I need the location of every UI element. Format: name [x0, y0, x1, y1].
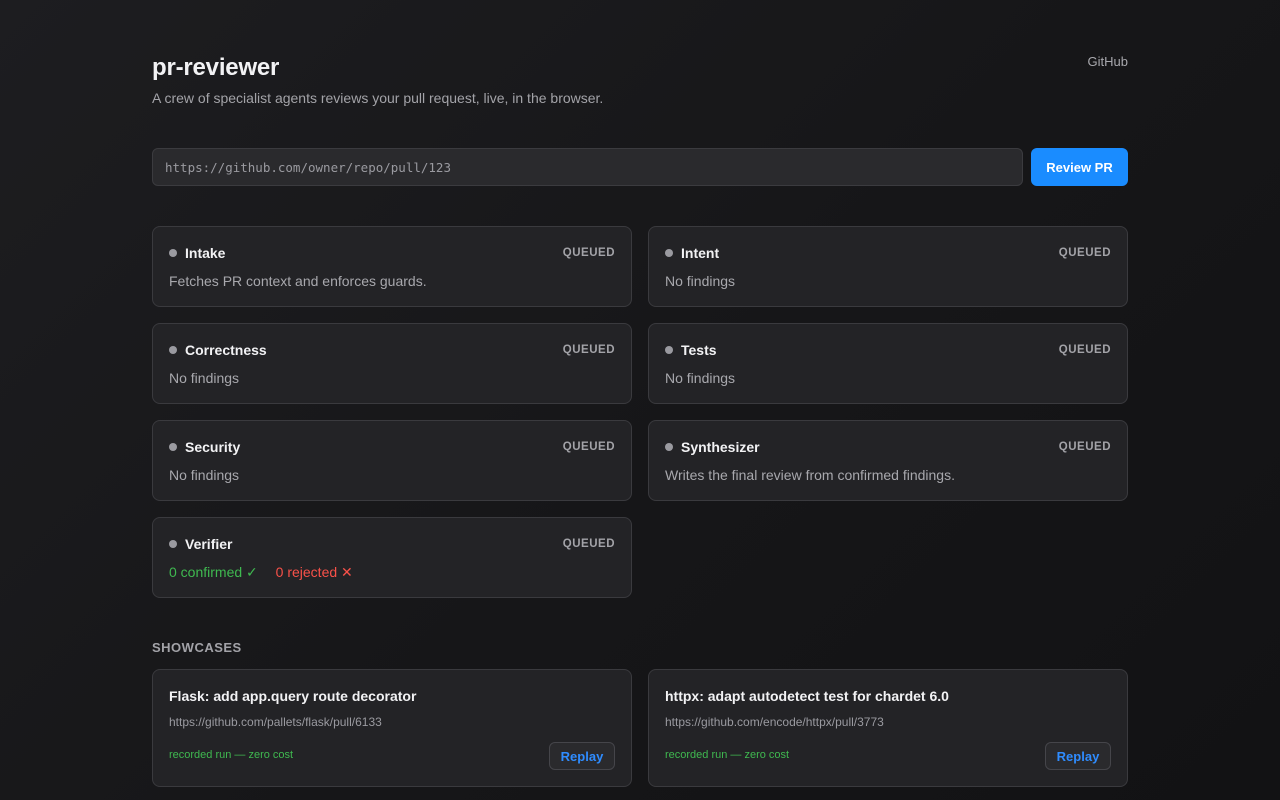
agent-name: Correctness	[185, 342, 267, 358]
status-badge: QUEUED	[562, 247, 615, 259]
agent-description: Fetches PR context and enforces guards.	[169, 273, 427, 289]
replay-button[interactable]: Replay	[1045, 742, 1111, 770]
status-dot-icon	[665, 346, 673, 354]
status-dot-icon	[169, 540, 177, 548]
status-dot-icon	[665, 443, 673, 451]
status-badge: QUEUED	[1058, 441, 1111, 453]
status-badge: QUEUED	[562, 344, 615, 356]
agent-card-header: Tests QUEUED	[665, 342, 1111, 358]
status-dot-icon	[169, 346, 177, 354]
status-dot-icon	[169, 249, 177, 257]
showcase-url: https://github.com/encode/httpx/pull/377…	[665, 715, 884, 729]
showcase-card-httpx: httpx: adapt autodetect test for chardet…	[648, 669, 1128, 787]
agent-name: Intent	[681, 245, 720, 261]
showcase-grid: Flask: add app.query route decorator htt…	[152, 669, 1128, 787]
review-pr-button[interactable]: Review PR	[1031, 148, 1128, 186]
agent-card-header: Intent QUEUED	[665, 245, 1111, 261]
pr-url-input[interactable]	[152, 148, 1023, 186]
rejected-count: 0 rejected ✕	[275, 564, 353, 580]
agent-findings: No findings	[665, 273, 736, 289]
agent-name: Tests	[681, 342, 717, 358]
page-subtitle: A crew of specialist agents reviews your…	[152, 90, 604, 106]
app-container: pr-reviewer A crew of specialist agents …	[152, 0, 1128, 787]
review-form: Review PR	[152, 148, 1128, 186]
agent-card-header: Security QUEUED	[169, 439, 615, 455]
status-badge: QUEUED	[562, 441, 615, 453]
page-header: pr-reviewer A crew of specialist agents …	[152, 0, 1128, 148]
showcase-note: recorded run — zero cost	[169, 749, 294, 761]
agent-card-verifier: Verifier QUEUED 0 confirmed ✓ 0 rejected…	[152, 517, 632, 598]
agent-card-header: Correctness QUEUED	[169, 342, 615, 358]
page-title: pr-reviewer	[152, 54, 280, 81]
agent-card-security: Security QUEUED No findings	[152, 420, 632, 501]
status-badge: QUEUED	[562, 538, 615, 550]
agent-name: Intake	[185, 245, 226, 261]
agent-description: Writes the final review from confirmed f…	[665, 467, 955, 483]
verifier-counts: 0 confirmed ✓ 0 rejected ✕	[169, 564, 353, 581]
replay-button[interactable]: Replay	[549, 742, 615, 770]
status-badge: QUEUED	[1058, 247, 1111, 259]
status-dot-icon	[665, 249, 673, 257]
status-dot-icon	[169, 443, 177, 451]
showcase-title: httpx: adapt autodetect test for chardet…	[665, 688, 949, 704]
agent-findings: No findings	[169, 370, 240, 386]
agent-card-tests: Tests QUEUED No findings	[648, 323, 1128, 404]
agent-name: Synthesizer	[681, 439, 760, 455]
showcase-title: Flask: add app.query route decorator	[169, 688, 417, 704]
agent-findings: No findings	[665, 370, 736, 386]
agent-card-synthesizer: Synthesizer QUEUED Writes the final revi…	[648, 420, 1128, 501]
showcases-heading: SHOWCASES	[152, 640, 242, 655]
agent-card-header: Intake QUEUED	[169, 245, 615, 261]
github-link[interactable]: GitHub	[1088, 54, 1128, 69]
agent-card-correctness: Correctness QUEUED No findings	[152, 323, 632, 404]
agent-grid: Intake QUEUED Fetches PR context and enf…	[152, 226, 1128, 598]
agent-card-intake: Intake QUEUED Fetches PR context and enf…	[152, 226, 632, 307]
agent-name: Verifier	[185, 536, 233, 552]
showcase-url: https://github.com/pallets/flask/pull/61…	[169, 715, 382, 729]
agent-card-header: Verifier QUEUED	[169, 536, 615, 552]
showcase-note: recorded run — zero cost	[665, 749, 790, 761]
status-badge: QUEUED	[1058, 344, 1111, 356]
agent-card-header: Synthesizer QUEUED	[665, 439, 1111, 455]
agent-findings: No findings	[169, 467, 240, 483]
agent-card-intent: Intent QUEUED No findings	[648, 226, 1128, 307]
agent-name: Security	[185, 439, 241, 455]
showcase-card-flask: Flask: add app.query route decorator htt…	[152, 669, 632, 787]
confirmed-count: 0 confirmed ✓	[169, 564, 258, 580]
